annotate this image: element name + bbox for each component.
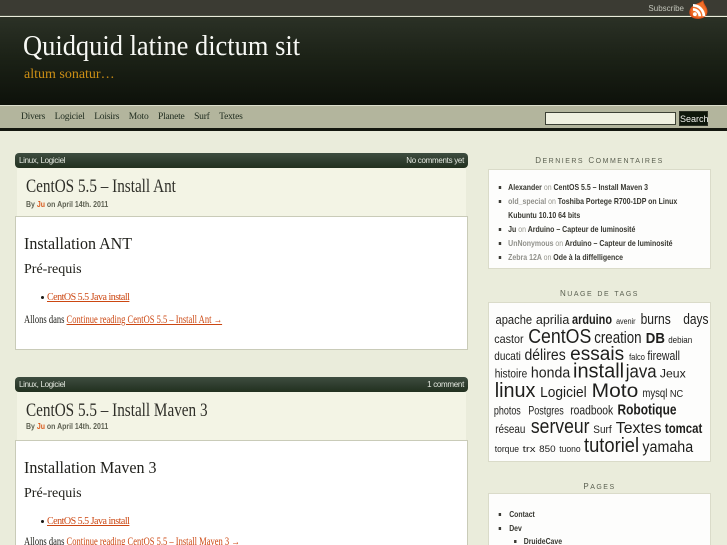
svg-text:mysql: mysql (642, 386, 667, 400)
svg-text:burns: burns (641, 312, 671, 328)
svg-text:NC: NC (670, 389, 683, 400)
svg-text:tuono: tuono (559, 444, 580, 454)
svg-text:Moto: Moto (592, 381, 639, 402)
svg-text:photos: photos (494, 403, 521, 417)
svg-text:aprilia: aprilia (536, 313, 569, 327)
svg-text:trx: trx (523, 444, 536, 455)
svg-text:debian: debian (668, 335, 692, 346)
svg-text:serveur: serveur (531, 415, 590, 438)
svg-text:Jeux: Jeux (660, 367, 686, 381)
svg-text:linux: linux (495, 379, 537, 402)
svg-text:réseau: réseau (495, 424, 525, 436)
svg-text:tomcat: tomcat (665, 420, 703, 436)
svg-text:yamaha: yamaha (642, 439, 693, 456)
svg-text:days: days (683, 312, 708, 328)
svg-text:tutoriel: tutoriel (584, 434, 639, 457)
svg-text:arduino: arduino (572, 312, 612, 327)
svg-text:honda: honda (531, 365, 571, 382)
svg-text:install: install (573, 360, 624, 383)
svg-text:Robotique: Robotique (618, 402, 677, 418)
svg-text:DB: DB (646, 331, 665, 347)
svg-text:délires: délires (525, 347, 566, 364)
svg-text:avenir: avenir (616, 317, 636, 326)
svg-text:ducati: ducati (494, 349, 521, 363)
svg-text:apache: apache (496, 313, 533, 327)
svg-text:java: java (625, 361, 657, 382)
svg-text:castor: castor (494, 332, 523, 346)
svg-text:850: 850 (539, 444, 556, 455)
svg-text:torque: torque (495, 444, 519, 454)
svg-text:Logiciel: Logiciel (540, 384, 587, 401)
